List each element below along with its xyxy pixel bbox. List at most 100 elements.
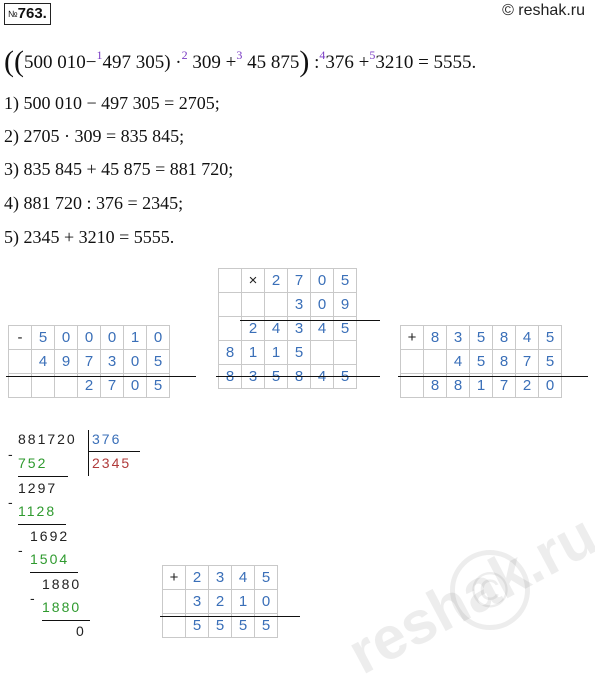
order-2: 2	[181, 48, 188, 62]
order-3: 3	[236, 48, 243, 62]
digit: 5	[146, 373, 170, 398]
digit: 0	[54, 325, 78, 350]
digit: 2	[185, 565, 209, 590]
subtrahend-4: 1880	[42, 599, 82, 615]
digit: 4	[231, 565, 255, 590]
digit: 9	[54, 349, 78, 374]
expression-result: 5555.	[433, 52, 477, 73]
line-1	[18, 476, 68, 477]
subtraction-column: - 5 0 0 0 1 0 4 9 7 3 0 5 2 7 0 5	[8, 325, 170, 398]
minus-4: -	[30, 590, 37, 606]
digit: 4	[446, 349, 470, 374]
empty-cell	[400, 373, 424, 398]
op-minus: −	[85, 52, 97, 73]
digit: 0	[538, 373, 562, 398]
mul-sign: ×	[241, 268, 265, 293]
operand-c: 309	[192, 52, 221, 73]
step-2: 2) 2705 · 309 = 835 845;	[4, 126, 185, 146]
line-2	[18, 524, 66, 525]
op-plus-1: +	[225, 52, 237, 73]
digit: 1	[264, 340, 288, 365]
digit: 5	[538, 349, 562, 374]
digit: 3	[100, 349, 124, 374]
addition-column-1: + 8 3 5 8 4 5 4 5 8 7 5 8 8 1 7 2 0	[400, 325, 562, 398]
empty-cell	[218, 268, 242, 293]
add1-row-1: + 8 3 5 8 4 5	[400, 325, 562, 350]
subtrahend-2: 1128	[18, 503, 57, 519]
digit: 0	[146, 325, 170, 350]
step-4: 4) 881 720 : 376 = 2345;	[4, 193, 184, 213]
digit: 0	[123, 373, 147, 398]
mul-line-2	[216, 376, 380, 377]
empty-cell	[218, 292, 242, 317]
digit: 0	[310, 268, 334, 293]
add1-row-3: 8 8 1 7 2 0	[400, 373, 562, 398]
sub-row-1: - 5 0 0 0 1 0	[8, 325, 170, 350]
digit: 7	[287, 268, 311, 293]
empty-cell	[423, 349, 447, 374]
empty-cell	[333, 340, 357, 365]
mul-row-2: 3 0 9	[218, 292, 357, 317]
digit: 5	[538, 325, 562, 350]
digit: 8	[492, 349, 516, 374]
digit: 1	[241, 340, 265, 365]
digit: 8	[218, 340, 242, 365]
main-expression: ((500 010−1497 305) ·2 309 +3 45 875) :4…	[4, 40, 476, 78]
digit: 8	[492, 325, 516, 350]
mul-row-1: × 2 7 0 5	[218, 268, 357, 293]
digit: 5	[287, 340, 311, 365]
number-sign: №	[8, 9, 18, 19]
digit: 3	[208, 565, 232, 590]
digit: 5	[469, 325, 493, 350]
digit: 0	[77, 325, 101, 350]
add2-row-1: + 2 3 4 5	[162, 565, 278, 590]
add2-row-3: 5 5 5 5	[162, 613, 278, 638]
empty-cell	[162, 589, 186, 614]
digit: 5	[333, 268, 357, 293]
close-paren-1: )	[164, 52, 171, 73]
sub-sign: -	[8, 325, 32, 350]
remainder-1: 1297	[18, 480, 58, 496]
digit: 7	[492, 373, 516, 398]
operand-d: 45 875	[247, 52, 300, 73]
mul-line-1	[240, 320, 380, 321]
empty-cell	[241, 292, 265, 317]
add2-row-2: 3 2 1 0	[162, 589, 278, 614]
multiplication-column: × 2 7 0 5 3 0 9 2 4 3 4 5 8 1 1 5 8 3 5 …	[218, 268, 357, 389]
close-paren-2: )	[299, 45, 310, 78]
digit: 8	[423, 325, 447, 350]
digit: 8	[446, 373, 470, 398]
mul-row-4: 8 1 1 5	[218, 340, 357, 365]
step-3: 3) 835 845 + 45 875 = 881 720;	[4, 159, 234, 179]
problem-number: №763.	[4, 3, 51, 25]
digit: 3	[185, 589, 209, 614]
digit: 3	[446, 325, 470, 350]
divisor-underline	[88, 451, 140, 452]
digit: 7	[77, 349, 101, 374]
minus-3: -	[18, 542, 25, 558]
empty-cell	[400, 349, 424, 374]
line-3	[30, 572, 78, 573]
add1-row-2: 4 5 8 7 5	[400, 349, 562, 374]
op-plus-2: +	[358, 52, 370, 73]
digit: 0	[100, 325, 124, 350]
digit: 5	[469, 349, 493, 374]
digit: 5	[208, 613, 232, 638]
digit: 2	[515, 373, 539, 398]
digit: 7	[515, 349, 539, 374]
division-bar	[88, 430, 89, 476]
empty-cell	[218, 316, 242, 341]
digit: 0	[254, 589, 278, 614]
digit: 1	[123, 325, 147, 350]
digit: 0	[123, 349, 147, 374]
digit: 5	[31, 325, 55, 350]
subtrahend-1: 752	[18, 455, 48, 471]
digit: 4	[31, 349, 55, 374]
step-5: 5) 2345 + 3210 = 5555.	[4, 227, 175, 247]
digit: 8	[423, 373, 447, 398]
digit: 7	[100, 373, 124, 398]
minus-2: -	[8, 494, 15, 510]
add1-result-line	[398, 376, 588, 377]
digit: 5	[146, 349, 170, 374]
digit: 1	[469, 373, 493, 398]
